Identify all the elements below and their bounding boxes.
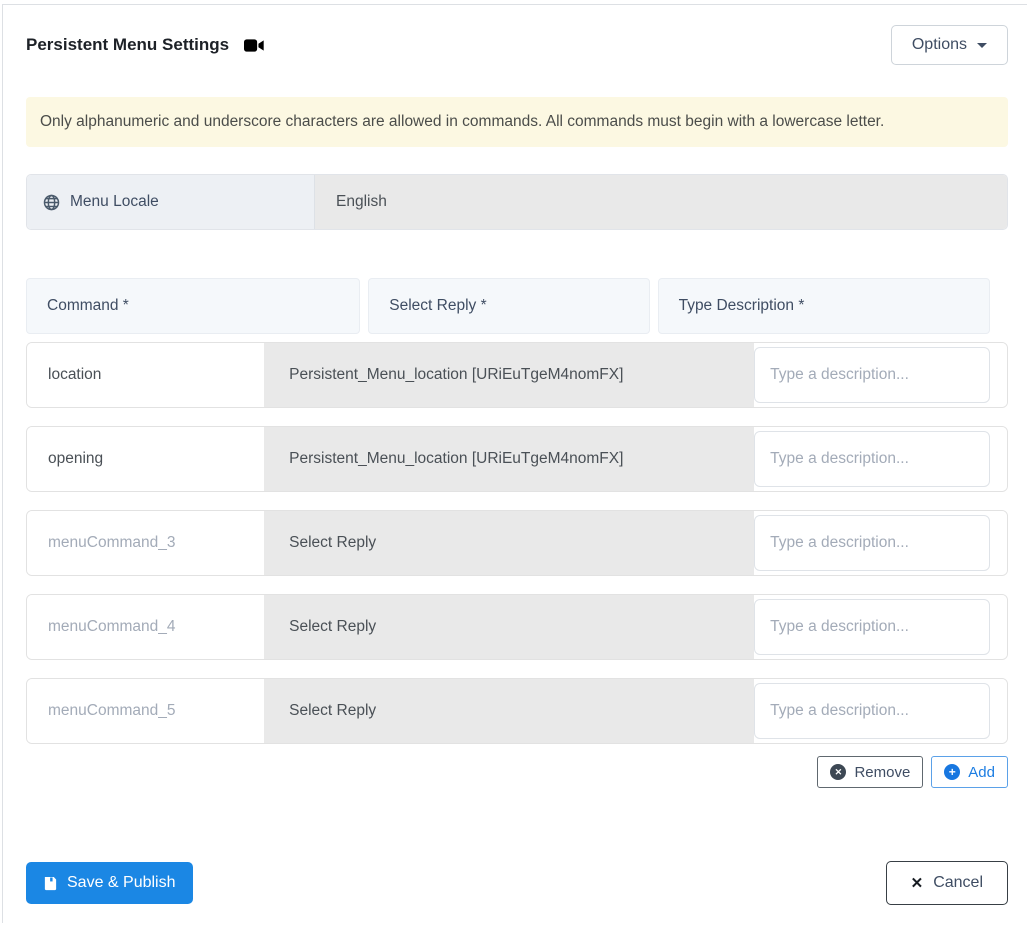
column-header-type-description: Type Description * — [657, 278, 990, 334]
table-row: menuCommand_4 Select Reply Type a descri… — [26, 594, 1008, 660]
description-cell: Type a description... — [754, 343, 1007, 407]
reply-select[interactable]: Select Reply — [264, 511, 755, 575]
persistent-menu-panel: Persistent Menu Settings Options Only al… — [2, 4, 1027, 923]
options-button-label: Options — [911, 36, 967, 53]
command-input[interactable]: location — [27, 343, 265, 407]
banner-text: Only alphanumeric and underscore charact… — [40, 113, 885, 130]
description-cell: Type a description... — [754, 679, 1007, 743]
menu-locale-select[interactable]: English — [315, 175, 1007, 229]
add-button-label: Add — [968, 763, 995, 781]
command-input[interactable]: menuCommand_3 — [27, 511, 265, 575]
add-row-button[interactable]: + Add — [931, 756, 1008, 788]
column-header-select-reply: Select Reply * — [368, 278, 650, 334]
table-row: menuCommand_5 Select Reply Type a descri… — [26, 678, 1008, 744]
save-publish-button[interactable]: Save & Publish — [26, 862, 193, 904]
save-publish-label: Save & Publish — [67, 874, 176, 891]
video-camera-icon — [244, 38, 265, 53]
reply-select[interactable]: Select Reply — [264, 679, 755, 743]
top-bar: Persistent Menu Settings Options — [26, 5, 1008, 65]
description-cell: Type a description... — [754, 427, 1007, 491]
cancel-button-label: Cancel — [933, 874, 983, 891]
description-cell: Type a description... — [754, 511, 1007, 575]
menu-locale-value: English — [336, 193, 387, 210]
table-row: menuCommand_3 Select Reply Type a descri… — [26, 510, 1008, 576]
command-input[interactable]: menuCommand_4 — [27, 595, 265, 659]
table-row: opening Persistent_Menu_location [URiEuT… — [26, 426, 1008, 492]
close-icon: ✕ — [910, 875, 924, 892]
globe-icon — [43, 194, 60, 211]
commands-info-banner: Only alphanumeric and underscore charact… — [26, 97, 1008, 147]
description-input[interactable]: Type a description... — [754, 347, 990, 403]
add-circle-icon: + — [944, 764, 961, 780]
description-cell: Type a description... — [754, 595, 1007, 659]
menu-locale-label-text: Menu Locale — [70, 193, 159, 210]
cancel-button[interactable]: ✕ Cancel — [885, 861, 1008, 905]
description-input[interactable]: Type a description... — [754, 515, 990, 571]
reply-select[interactable]: Persistent_Menu_location [URiEuTgeM4nomF… — [264, 343, 755, 407]
menu-locale-label: Menu Locale — [27, 175, 315, 229]
command-input[interactable]: opening — [27, 427, 265, 491]
reply-select[interactable]: Persistent_Menu_location [URiEuTgeM4nomF… — [264, 427, 755, 491]
command-input[interactable]: menuCommand_5 — [27, 679, 265, 743]
table-row: location Persistent_Menu_location [URiEu… — [26, 342, 1008, 408]
row-actions: ✕ Remove + Add — [26, 756, 1008, 788]
remove-row-button[interactable]: ✕ Remove — [817, 756, 924, 788]
table-header: Command * Select Reply * Type Descriptio… — [26, 278, 990, 334]
remove-button-label: Remove — [854, 763, 911, 781]
description-input[interactable]: Type a description... — [754, 431, 990, 487]
chevron-down-icon — [977, 42, 987, 48]
column-header-command: Command * — [26, 278, 361, 334]
remove-circle-icon: ✕ — [830, 764, 847, 780]
description-input[interactable]: Type a description... — [754, 599, 990, 655]
footer-bar: Save & Publish ✕ Cancel — [26, 861, 1008, 905]
reply-select[interactable]: Select Reply — [264, 595, 755, 659]
save-icon — [43, 876, 58, 891]
menu-locale-group: Menu Locale English — [26, 174, 1008, 230]
page-title: Persistent Menu Settings — [26, 35, 230, 54]
options-button[interactable]: Options — [890, 25, 1008, 65]
description-input[interactable]: Type a description... — [754, 683, 990, 739]
